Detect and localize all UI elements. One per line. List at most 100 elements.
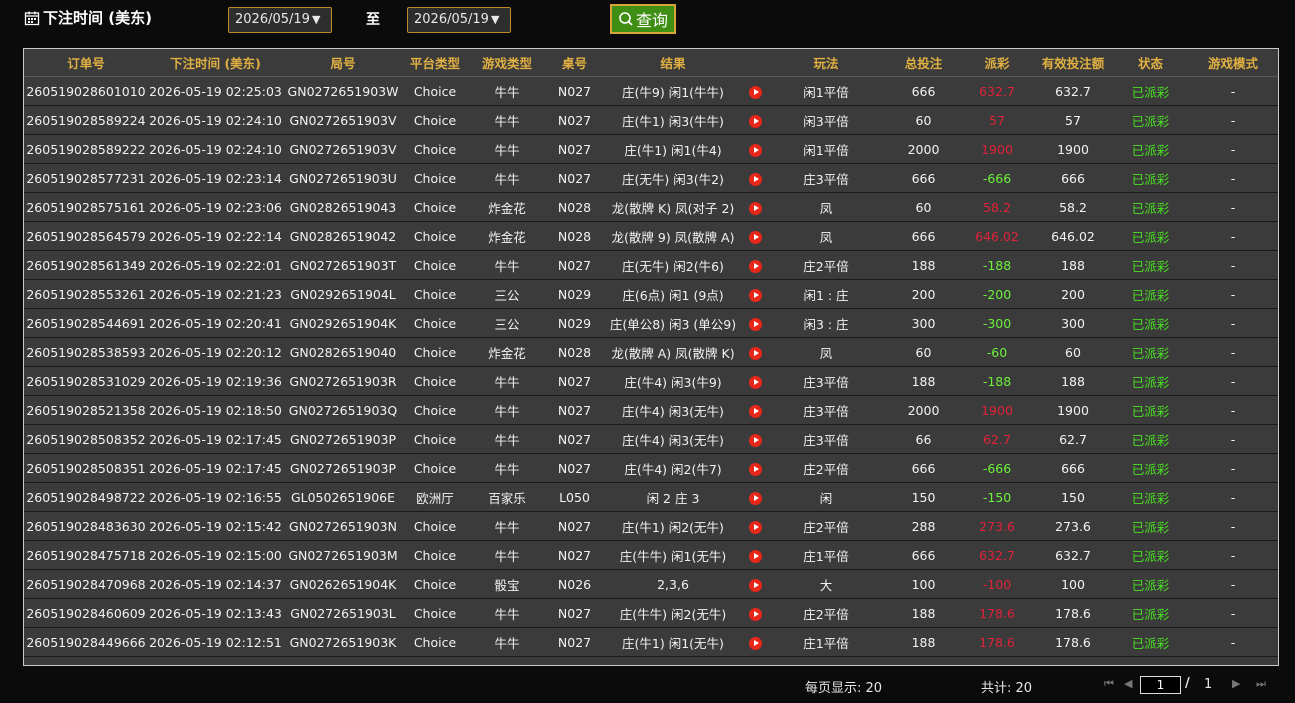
bet-time-cell: 2026-05-19 02:19:36 bbox=[148, 366, 283, 396]
replay-icon-cell[interactable] bbox=[744, 337, 766, 367]
first-page-icon[interactable]: ⏮ bbox=[1104, 677, 1114, 691]
replay-icon[interactable] bbox=[748, 85, 762, 99]
valid-bet-cell: 178.6 bbox=[1033, 598, 1113, 628]
table-row: 260519028498722 2026-05-19 02:16:55 GL0502… bbox=[24, 482, 1278, 512]
game-type-cell: 牛牛 bbox=[467, 424, 547, 454]
replay-icon[interactable] bbox=[748, 172, 762, 186]
replay-icon-cell[interactable] bbox=[744, 598, 766, 628]
valid-bet-cell: 58.2 bbox=[1033, 192, 1113, 222]
replay-icon-cell[interactable] bbox=[744, 453, 766, 483]
replay-icon-cell[interactable] bbox=[744, 366, 766, 396]
query-button[interactable]: 查询 bbox=[610, 4, 676, 34]
replay-icon-cell[interactable] bbox=[744, 424, 766, 454]
replay-icon[interactable] bbox=[748, 462, 762, 476]
table-row: 260519028470968 2026-05-19 02:14:37 GN0262… bbox=[24, 569, 1278, 599]
bet-records-table: 订单号 下注时间 (美东) 局号 平台类型 游戏类型 桌号 结果 玩法 总投注 派彩 有效投注额 状态… bbox=[23, 48, 1279, 666]
platform-type-cell: Choice bbox=[403, 163, 467, 193]
replay-icon-cell[interactable] bbox=[744, 221, 766, 251]
result-cell: 庄(牛4) 闲3(牛9) bbox=[602, 366, 744, 396]
game-type-cell: 牛牛 bbox=[467, 540, 547, 570]
table-row: 260519028538593 2026-05-19 02:20:12 GN0282… bbox=[24, 337, 1278, 367]
round-id-cell: GN0272651903V bbox=[283, 105, 403, 135]
replay-icon-cell[interactable] bbox=[744, 627, 766, 657]
replay-icon-cell[interactable] bbox=[744, 163, 766, 193]
replay-icon[interactable] bbox=[748, 114, 762, 128]
page-number-input[interactable]: 1 bbox=[1140, 676, 1181, 694]
replay-icon-cell[interactable] bbox=[744, 308, 766, 338]
replay-icon-cell[interactable] bbox=[744, 192, 766, 222]
result-cell: 庄(单公8) 闲3 (单公9) bbox=[602, 308, 744, 338]
order-id-cell: 260519028508352 bbox=[24, 424, 148, 454]
replay-icon[interactable] bbox=[748, 143, 762, 157]
replay-icon[interactable] bbox=[748, 346, 762, 360]
status-cell: 已派彩 bbox=[1113, 279, 1188, 309]
table-row: 260519028544691 2026-05-19 02:20:41 GN0292… bbox=[24, 308, 1278, 338]
replay-icon-cell[interactable] bbox=[744, 76, 766, 106]
replay-icon[interactable] bbox=[748, 230, 762, 244]
replay-icon[interactable] bbox=[748, 317, 762, 331]
order-id-cell: 260519028589222 bbox=[24, 134, 148, 164]
platform-type-cell: Choice bbox=[403, 105, 467, 135]
status-cell: 已派彩 bbox=[1113, 482, 1188, 512]
platform-type-cell: Choice bbox=[403, 308, 467, 338]
replay-icon[interactable] bbox=[748, 259, 762, 273]
game-mode-cell: - bbox=[1188, 424, 1278, 454]
result-cell: 庄(6点) 闲1 (9点) bbox=[602, 279, 744, 309]
game-type-cell: 牛牛 bbox=[467, 627, 547, 657]
table-id-cell: N027 bbox=[547, 76, 602, 106]
column-header: 订单号 bbox=[24, 49, 148, 77]
prev-page-icon[interactable]: ◀ bbox=[1124, 677, 1132, 690]
status-cell: 已派彩 bbox=[1113, 598, 1188, 628]
replay-icon[interactable] bbox=[748, 549, 762, 563]
total-bet-cell: 188 bbox=[886, 366, 961, 396]
date-range-separator: 至 bbox=[366, 12, 380, 28]
replay-icon-cell[interactable] bbox=[744, 250, 766, 280]
start-date-select[interactable]: 2026/05/19 ▼ bbox=[228, 7, 332, 33]
replay-icon[interactable] bbox=[748, 491, 762, 505]
replay-icon[interactable] bbox=[748, 288, 762, 302]
order-id-cell: 260519028575161 bbox=[24, 192, 148, 222]
table-row: 260519028483630 2026-05-19 02:15:42 GN0272… bbox=[24, 511, 1278, 541]
last-page-icon[interactable]: ⏭ bbox=[1256, 677, 1266, 691]
replay-icon-cell[interactable] bbox=[744, 395, 766, 425]
round-id-cell: GN0272651903P bbox=[283, 424, 403, 454]
replay-icon[interactable] bbox=[748, 404, 762, 418]
game-mode-cell: - bbox=[1188, 482, 1278, 512]
status-cell: 已派彩 bbox=[1113, 366, 1188, 396]
replay-icon[interactable] bbox=[748, 578, 762, 592]
platform-type-cell: 欧洲厅 bbox=[403, 482, 467, 512]
platform-type-cell: Choice bbox=[403, 279, 467, 309]
payout-cell: 646.02 bbox=[961, 221, 1033, 251]
replay-icon-cell[interactable] bbox=[744, 540, 766, 570]
end-date-select[interactable]: 2026/05/19 ▼ bbox=[407, 7, 511, 33]
replay-icon[interactable] bbox=[748, 607, 762, 621]
summary-payout: 4202.12 bbox=[961, 656, 1033, 665]
replay-icon[interactable] bbox=[748, 201, 762, 215]
replay-icon-cell[interactable] bbox=[744, 511, 766, 541]
replay-icon-cell[interactable] bbox=[744, 279, 766, 309]
payout-cell: 273.6 bbox=[961, 511, 1033, 541]
result-cell: 庄(牛4) 闲3(无牛) bbox=[602, 424, 744, 454]
bet-type-cell: 大 bbox=[766, 569, 886, 599]
platform-type-cell: Choice bbox=[403, 453, 467, 483]
replay-icon-cell[interactable] bbox=[744, 569, 766, 599]
replay-icon[interactable] bbox=[748, 520, 762, 534]
total-bet-cell: 100 bbox=[886, 569, 961, 599]
payout-cell: -100 bbox=[961, 569, 1033, 599]
replay-icon-cell[interactable] bbox=[744, 134, 766, 164]
replay-icon[interactable] bbox=[748, 636, 762, 650]
replay-icon[interactable] bbox=[748, 433, 762, 447]
next-page-icon[interactable]: ▶ bbox=[1232, 677, 1240, 690]
status-cell: 已派彩 bbox=[1113, 424, 1188, 454]
result-cell: 庄(牛4) 闲2(牛7) bbox=[602, 453, 744, 483]
game-type-cell: 牛牛 bbox=[467, 163, 547, 193]
payout-cell: -188 bbox=[961, 250, 1033, 280]
bet-type-cell: 凤 bbox=[766, 192, 886, 222]
bet-type-cell: 庄3平倍 bbox=[766, 395, 886, 425]
round-id-cell: GN0272651903T bbox=[283, 250, 403, 280]
replay-icon[interactable] bbox=[748, 375, 762, 389]
replay-icon-cell[interactable] bbox=[744, 482, 766, 512]
replay-icon-cell[interactable] bbox=[744, 105, 766, 135]
result-cell: 龙(散牌 A) 凤(散牌 K) bbox=[602, 337, 744, 367]
bet-type-cell: 闲1平倍 bbox=[766, 134, 886, 164]
